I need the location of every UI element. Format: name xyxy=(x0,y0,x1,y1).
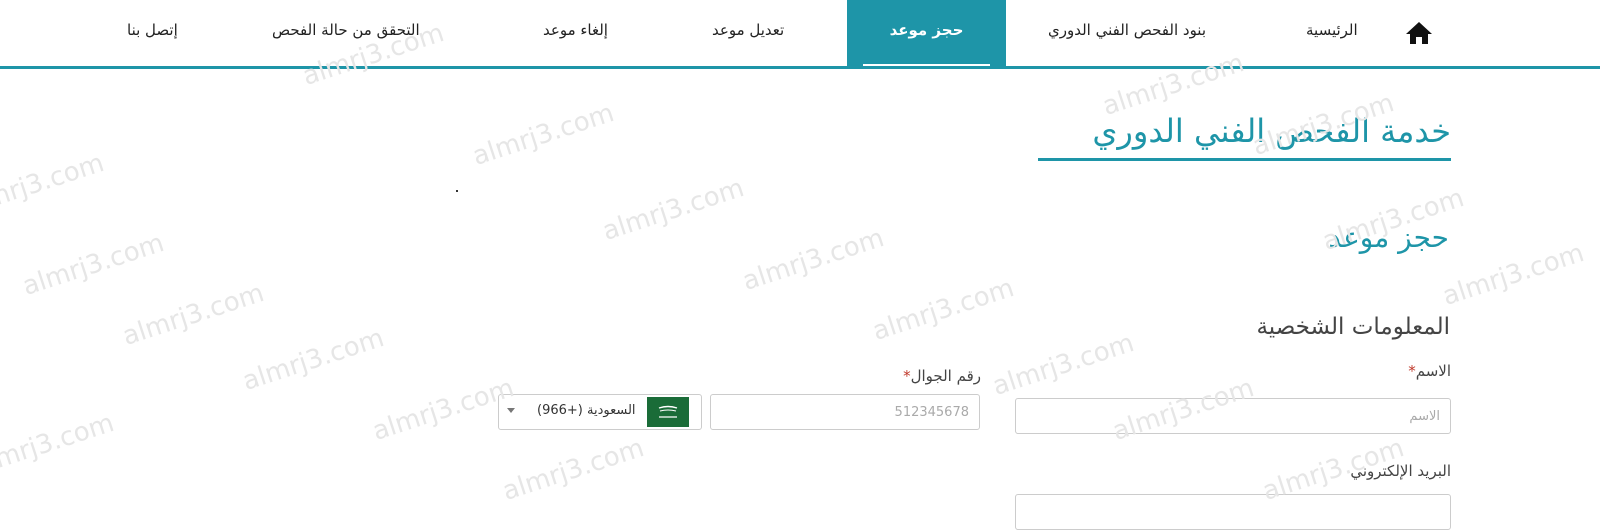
country-code-select[interactable]: (966+) السعودية xyxy=(498,394,702,430)
watermark-text: almrj3.com xyxy=(988,328,1138,402)
name-label-text: الاسم xyxy=(1415,362,1451,380)
watermark-text: almrj3.com xyxy=(598,173,748,247)
nav-contact[interactable]: إتصل بنا xyxy=(127,0,178,66)
mobile-label-text: رقم الجوال xyxy=(910,367,981,385)
saudi-flag-icon xyxy=(647,397,689,427)
mobile-input[interactable] xyxy=(710,394,980,430)
email-input[interactable] xyxy=(1015,494,1451,530)
watermark-text: almrj3.com xyxy=(738,223,888,297)
watermark-text: almrj3.com xyxy=(0,148,108,222)
name-label: الاسم* xyxy=(1408,362,1451,380)
stray-dot xyxy=(456,190,458,192)
watermark-text: almrj3.com xyxy=(468,98,618,172)
nav-cancel-appointment[interactable]: إلغاء موعد xyxy=(543,0,608,66)
main-navbar: الرئيسية بنود الفحص الفني الدوري حجز موع… xyxy=(0,0,1600,69)
watermark-text: almrj3.com xyxy=(0,408,118,482)
home-icon[interactable] xyxy=(1404,20,1434,46)
page-title: خدمة الفحص الفني الدوري xyxy=(1092,112,1451,150)
mobile-required-mark: * xyxy=(903,367,911,385)
country-code-value: (966+) السعودية xyxy=(537,403,636,418)
nav-book-label: حجز موعد xyxy=(889,21,964,39)
watermark-text: almrj3.com xyxy=(868,273,1018,347)
nav-inspection-terms[interactable]: بنود الفحص الفني الدوري xyxy=(1048,0,1206,66)
watermark-text: almrj3.com xyxy=(238,323,388,397)
nav-check-status[interactable]: التحقق من حالة الفحص xyxy=(272,0,420,66)
name-required-mark: * xyxy=(1408,362,1416,380)
title-underline xyxy=(1038,158,1451,161)
watermark-text: almrj3.com xyxy=(498,433,648,507)
section-title: حجز موعد xyxy=(1328,221,1449,254)
nav-home[interactable]: الرئيسية xyxy=(1306,0,1358,66)
watermark-text: almrj3.com xyxy=(368,373,518,447)
active-tab-underline xyxy=(863,64,990,66)
mobile-label: رقم الجوال* xyxy=(903,367,981,385)
subsection-title: المعلومات الشخصية xyxy=(1256,314,1450,340)
watermark-text: almrj3.com xyxy=(18,228,168,302)
watermark-text: almrj3.com xyxy=(1438,238,1588,312)
name-input[interactable] xyxy=(1015,398,1451,434)
nav-book-appointment[interactable]: حجز موعد xyxy=(847,0,1006,66)
email-label: البريد الإلكتروني xyxy=(1350,462,1451,480)
chevron-down-icon xyxy=(507,408,515,413)
nav-modify-appointment[interactable]: تعديل موعد xyxy=(712,0,784,66)
watermark-text: almrj3.com xyxy=(118,278,268,352)
